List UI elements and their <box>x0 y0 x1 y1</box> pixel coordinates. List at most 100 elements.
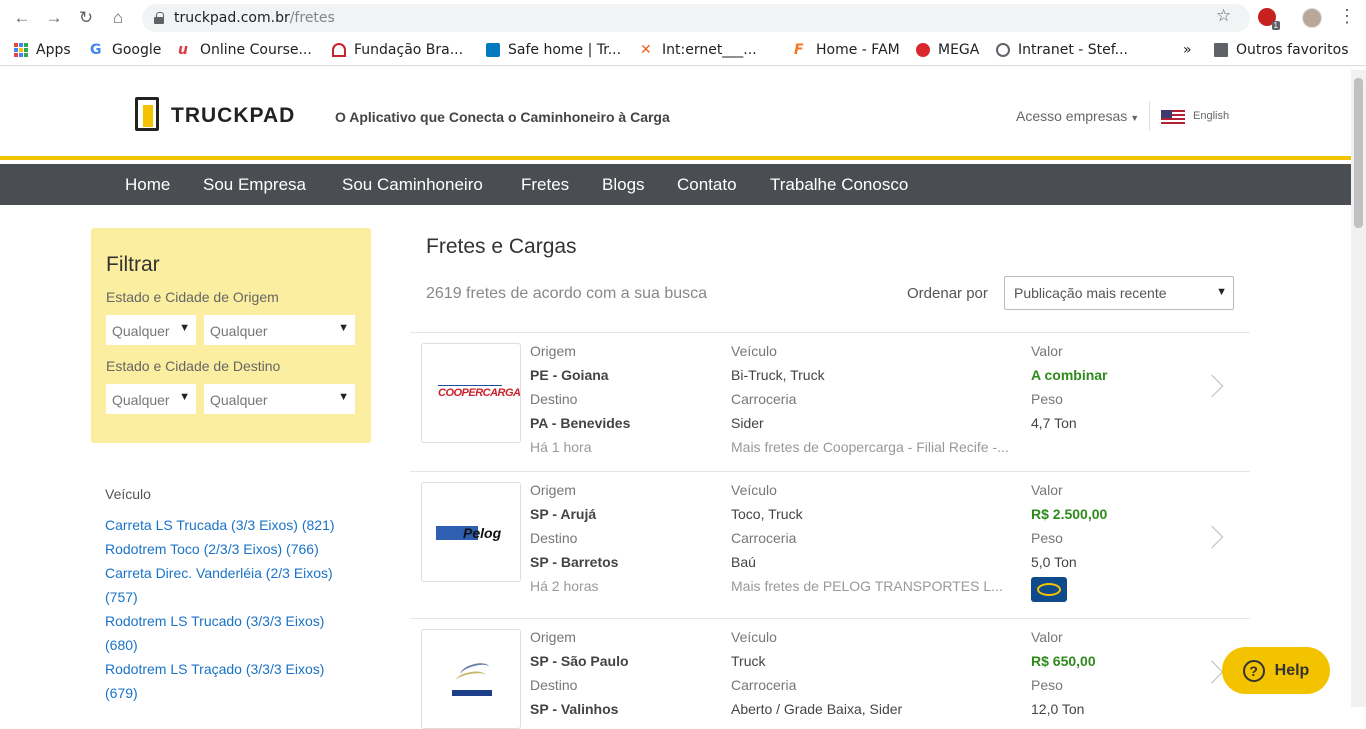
origin-city-select[interactable]: Qualquer ▼ <box>204 315 355 345</box>
mega-icon <box>916 43 930 57</box>
bookmark-safe-home[interactable]: Safe home | Tr... <box>486 42 621 58</box>
google-icon: G <box>90 42 102 58</box>
bookmark-home-fam[interactable]: F Home - FAM <box>794 42 900 58</box>
dest-city-select[interactable]: Qualquer ▼ <box>204 384 355 414</box>
vehicle-value: Toco, Truck <box>731 506 803 522</box>
bookmark-apps[interactable]: Apps <box>14 42 71 58</box>
nav-fretes[interactable]: Fretes <box>521 175 569 195</box>
url-domain: truckpad.com.br <box>174 10 290 26</box>
profile-avatar[interactable] <box>1302 8 1322 28</box>
question-icon: ? <box>1242 659 1265 682</box>
bookmark-label: Intranet - Stef... <box>1018 42 1129 58</box>
company-logo-graphic <box>450 658 494 702</box>
address-bar[interactable]: truckpad.com.br/fretes <box>142 4 1250 32</box>
body-label: Carroceria <box>731 677 797 693</box>
dest-state-value: Qualquer <box>112 392 170 408</box>
acesso-empresas-dropdown[interactable]: Acesso empresas ▼ <box>1016 108 1139 124</box>
udemy-icon: u <box>178 42 188 58</box>
posted-time: Há 1 hora <box>530 439 592 455</box>
company-logo[interactable] <box>421 629 521 729</box>
value-amount: R$ 650,00 <box>1031 653 1096 669</box>
bookmark-fundacao[interactable]: Fundação Bra... <box>332 42 463 58</box>
back-arrow-icon[interactable]: ← <box>12 8 32 28</box>
us-flag-icon[interactable] <box>1161 110 1185 124</box>
chevron-right-icon[interactable] <box>1200 525 1224 549</box>
vehicle-filter-link[interactable]: Rodotrem LS Traçado (3/3/3 Eixos) (679) <box>105 657 355 705</box>
scrollbar-thumb[interactable] <box>1354 78 1363 228</box>
extension-icon[interactable]: 1 <box>1258 8 1280 30</box>
bookmark-intranet[interactable]: Intranet - Stef... <box>996 42 1128 58</box>
origin-state-value: Qualquer <box>112 323 170 339</box>
other-favorites[interactable]: Outros favoritos <box>1214 42 1349 58</box>
weight-value: 4,7 Ton <box>1031 415 1077 431</box>
origin-label: Estado e Cidade de Origem <box>106 289 279 305</box>
nav-trabalhe-conosco[interactable]: Trabalhe Conosco <box>770 175 908 195</box>
bookmark-mega[interactable]: MEGA <box>916 42 979 58</box>
vehicle-filter-link[interactable]: Rodotrem LS Trucado (3/3/3 Eixos) (680) <box>105 609 355 657</box>
url-text[interactable]: truckpad.com.br/fretes <box>174 10 335 26</box>
value-label: Valor <box>1031 482 1063 498</box>
home-icon[interactable]: ⌂ <box>108 8 128 28</box>
bookmark-google[interactable]: G Google <box>90 42 161 58</box>
truckpad-logo-icon <box>135 97 159 135</box>
filter-panel: Filtrar Estado e Cidade de Origem Qualqu… <box>91 228 371 443</box>
value-label: Valor <box>1031 343 1063 359</box>
page-scrollbar[interactable] <box>1351 70 1366 707</box>
freight-card[interactable]: Pelog Origem SP - Arujá Destino SP - Bar… <box>410 471 1250 618</box>
chevron-right-icon[interactable] <box>1200 660 1224 684</box>
nav-home[interactable]: Home <box>125 175 170 195</box>
weight-label: Peso <box>1031 677 1063 693</box>
bookmark-label: MEGA <box>938 42 980 58</box>
vehicle-label: Veículo <box>731 629 777 645</box>
bookmark-label: Fundação Bra... <box>354 42 464 58</box>
destination-value: SP - Barretos <box>530 554 619 570</box>
more-bookmarks-label: » <box>1183 42 1192 58</box>
value-label: Valor <box>1031 629 1063 645</box>
tagline: O Aplicativo que Conecta o Caminhoneiro … <box>335 109 670 125</box>
more-bookmarks-button[interactable]: » <box>1183 42 1192 58</box>
value-amount: A combinar <box>1031 367 1108 383</box>
nav-sou-empresa[interactable]: Sou Empresa <box>203 175 306 195</box>
order-select[interactable]: Publicação mais recente ▼ <box>1004 276 1234 310</box>
more-freights-link[interactable]: Mais fretes de Coopercarga - Filial Reci… <box>731 439 1009 455</box>
language-link[interactable]: English <box>1193 110 1229 122</box>
site-header: TRUCKPAD O Aplicativo que Conecta o Cami… <box>0 70 1351 160</box>
bookmark-label: Online Course... <box>200 42 312 58</box>
acesso-label: Acesso empresas <box>1016 108 1128 124</box>
freight-card[interactable]: COOPERCARGA Origem PE - Goiana Destino P… <box>410 332 1250 471</box>
divider <box>1149 101 1150 131</box>
pelog-logo-graphic: Pelog <box>436 525 506 541</box>
origin-city-value: Qualquer <box>210 323 268 339</box>
help-button[interactable]: ? Help <box>1222 647 1330 694</box>
bookmark-label: Google <box>112 42 162 58</box>
body-label: Carroceria <box>731 391 797 407</box>
vehicle-filter-link[interactable]: Rodotrem Toco (2/3/3 Eixos) (766) <box>105 537 355 561</box>
browser-menu-icon[interactable]: ⋮ <box>1338 7 1356 25</box>
vehicle-filter-link[interactable]: Carreta LS Trucada (3/3 Eixos) (821) <box>105 513 355 537</box>
chevron-right-icon[interactable] <box>1200 374 1224 398</box>
company-logo[interactable]: Pelog <box>421 482 521 582</box>
truckpad-logo[interactable]: TRUCKPAD <box>135 97 295 135</box>
origin-state-select[interactable]: Qualquer ▼ <box>106 315 196 345</box>
bookmark-star-icon[interactable]: ☆ <box>1216 6 1231 26</box>
nav-blogs[interactable]: Blogs <box>602 175 645 195</box>
bookmark-online-course[interactable]: u Online Course... <box>178 42 312 58</box>
more-freights-link[interactable]: Mais fretes de PELOG TRANSPORTES L... <box>731 578 1003 594</box>
nav-contato[interactable]: Contato <box>677 175 737 195</box>
bookmark-internet[interactable]: ✕ Int:ernet___... <box>640 42 757 58</box>
main-nav: Home Sou Empresa Sou Caminhoneiro Fretes… <box>0 164 1351 205</box>
nav-sou-caminhoneiro[interactable]: Sou Caminhoneiro <box>342 175 483 195</box>
trello-icon <box>486 43 500 57</box>
forward-arrow-icon[interactable]: → <box>44 8 64 28</box>
freight-card[interactable]: Origem SP - São Paulo Destino SP - Valin… <box>410 618 1250 729</box>
weight-label: Peso <box>1031 530 1063 546</box>
vehicle-filter-link[interactable]: Carreta Direc. Vanderléia (2/3 Eixos) (7… <box>105 561 355 609</box>
company-logo-text: COOPERCARGA <box>438 385 521 399</box>
destination-label: Destino <box>530 530 578 546</box>
reload-icon[interactable]: ↻ <box>76 8 96 28</box>
dest-state-select[interactable]: Qualquer ▼ <box>106 384 196 414</box>
value-amount: R$ 2.500,00 <box>1031 506 1108 522</box>
other-favorites-label: Outros favoritos <box>1236 42 1349 58</box>
company-logo[interactable]: COOPERCARGA <box>421 343 521 443</box>
body-value: Baú <box>731 554 756 570</box>
